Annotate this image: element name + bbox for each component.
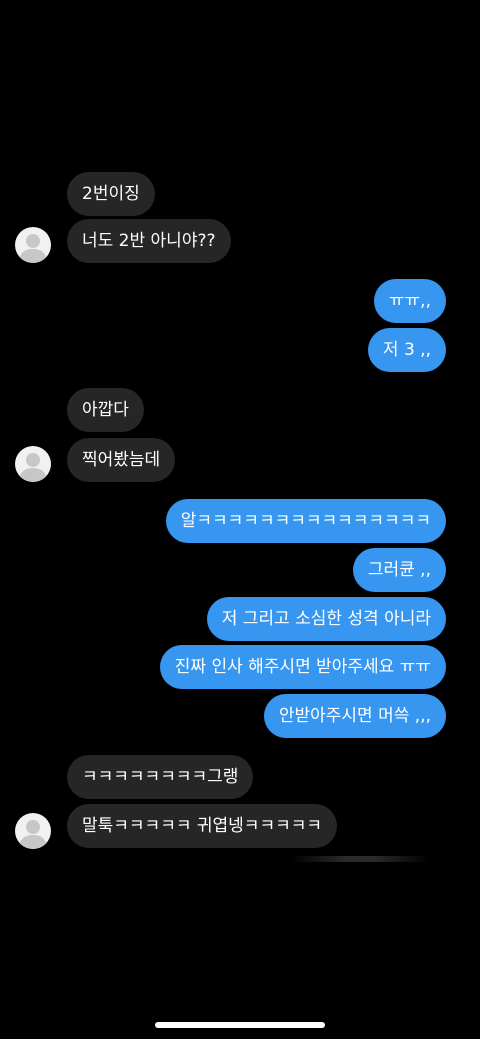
- message-text: 2번이징: [82, 184, 140, 204]
- sent-message[interactable]: 알ㅋㅋㅋㅋㅋㅋㅋㅋㅋㅋㅋㅋㅋㅋㅋ: [165, 499, 446, 543]
- received-message[interactable]: ㅋㅋㅋㅋㅋㅋㅋㅋ그랭: [67, 755, 254, 799]
- home-indicator[interactable]: [155, 1022, 325, 1028]
- received-message[interactable]: 찍어봤늠데: [67, 438, 176, 482]
- message-text: 저 그리고 소심한 성격 아니라: [221, 609, 431, 629]
- sent-message[interactable]: ㅠㅠ,,: [373, 279, 446, 323]
- received-message[interactable]: 2번이징: [67, 172, 155, 216]
- received-message[interactable]: 아깝다: [67, 388, 144, 432]
- message-text: 말툭ㅋㅋㅋㅋㅋ 귀엽넹ㅋㅋㅋㅋㅋ: [82, 816, 323, 836]
- sent-message[interactable]: 그러큔 ,,: [352, 548, 446, 592]
- sent-message[interactable]: 안받아주시면 머쓱 ,,,: [263, 694, 446, 738]
- message-text: ㅠㅠ,,: [388, 291, 431, 311]
- default-profile-avatar-icon[interactable]: [15, 446, 51, 482]
- sent-message[interactable]: 저 그리고 소심한 성격 아니라: [206, 597, 446, 641]
- default-profile-avatar-icon[interactable]: [15, 813, 51, 849]
- message-text: ㅋㅋㅋㅋㅋㅋㅋㅋ그랭: [82, 767, 239, 787]
- received-message[interactable]: 너도 2반 아니야??: [67, 219, 231, 263]
- typing-divider: [290, 856, 430, 862]
- message-text: 너도 2반 아니야??: [82, 231, 216, 251]
- message-text: 아깝다: [82, 400, 129, 420]
- message-text: 알ㅋㅋㅋㅋㅋㅋㅋㅋㅋㅋㅋㅋㅋㅋㅋ: [180, 511, 431, 531]
- received-message[interactable]: 말툭ㅋㅋㅋㅋㅋ 귀엽넹ㅋㅋㅋㅋㅋ: [67, 804, 338, 848]
- message-text: 저 3 ,,: [382, 340, 431, 360]
- sent-message[interactable]: 진짜 인사 해주시면 받아주세요 ㅠㅠ: [159, 645, 446, 689]
- message-text: 진짜 인사 해주시면 받아주세요 ㅠㅠ: [174, 657, 431, 677]
- default-profile-avatar-icon[interactable]: [15, 227, 51, 263]
- sent-message[interactable]: 저 3 ,,: [367, 328, 446, 372]
- message-text: 그러큔 ,,: [367, 560, 431, 580]
- message-text: 안받아주시면 머쓱 ,,,: [278, 706, 431, 726]
- message-text: 찍어봤늠데: [82, 450, 161, 470]
